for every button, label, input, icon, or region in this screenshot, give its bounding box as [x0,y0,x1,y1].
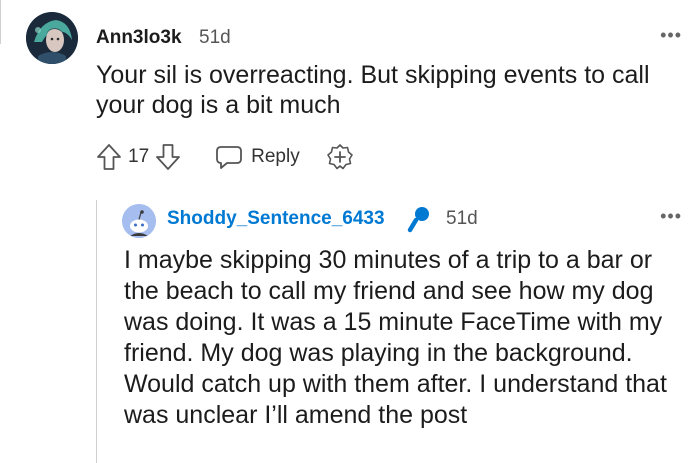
user-avatar[interactable] [26,12,78,64]
upvote-arrow-icon[interactable] [96,143,122,171]
award-plus-icon[interactable] [326,143,354,171]
reply-username[interactable]: Shoddy_Sentence_6433 [167,208,385,230]
reply-age: 51d [446,208,478,229]
comment-actions: 17 Reply [96,140,354,174]
comment-username[interactable]: Ann3lo3k [96,27,182,49]
more-options-icon[interactable]: ••• [660,26,682,44]
comment-body: Your sil is overreacting. But skipping e… [96,61,650,119]
vote-count: 17 [128,146,150,167]
snoo-avatar-icon[interactable] [122,204,156,238]
more-options-icon[interactable]: ••• [660,207,682,225]
reply-button[interactable]: Reply [215,144,300,170]
thread-line[interactable] [96,200,97,463]
downvote-arrow-icon[interactable] [155,143,181,171]
reply-body: I maybe skipping 30 minutes of a trip to… [124,246,667,429]
microphone-icon [401,204,433,241]
speech-bubble-icon [215,144,243,170]
reply-label: Reply [251,146,300,167]
comment-age: 51d [199,27,231,48]
thread-line-top [0,0,5,44]
